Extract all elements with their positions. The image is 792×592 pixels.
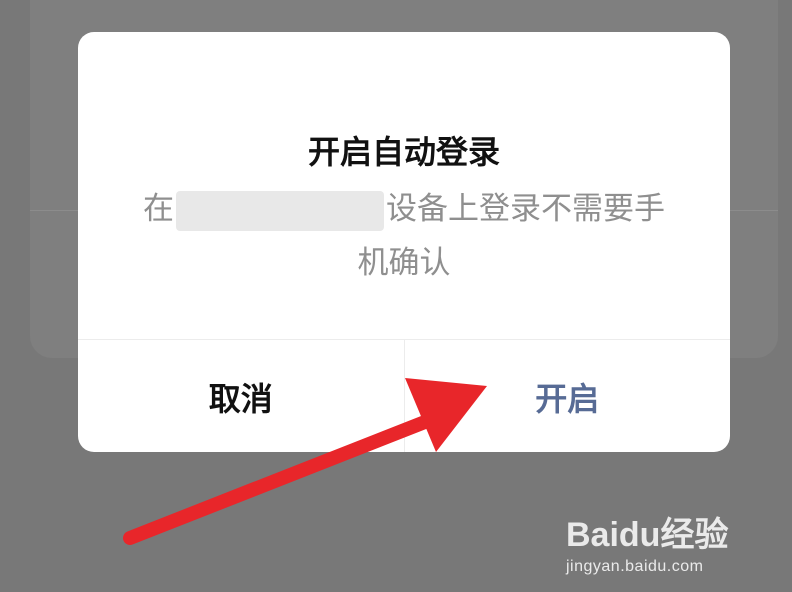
dialog-footer: 取消 开启 — [78, 339, 730, 452]
baidu-watermark: Baidu经验 jingyan.baidu.com — [566, 507, 756, 576]
watermark-logo-text: Baidu经验 — [566, 516, 729, 554]
auto-login-dialog: 开启自动登录 在 设备上登录不需要手机确认 取消 开启 — [78, 32, 730, 452]
enable-button[interactable]: 开启 — [405, 340, 731, 452]
watermark-logo: Baidu经验 — [566, 507, 756, 556]
watermark-url: jingyan.baidu.com — [566, 558, 704, 575]
cancel-button[interactable]: 取消 — [78, 340, 405, 452]
redacted-device-name — [176, 190, 384, 231]
dialog-title: 开启自动登录 — [307, 133, 500, 171]
message-prefix: 在 — [143, 191, 174, 227]
dialog-message: 在 设备上登录不需要手机确认 — [138, 182, 670, 290]
message-suffix: 设备上登录不需要手机确认 — [357, 191, 666, 281]
